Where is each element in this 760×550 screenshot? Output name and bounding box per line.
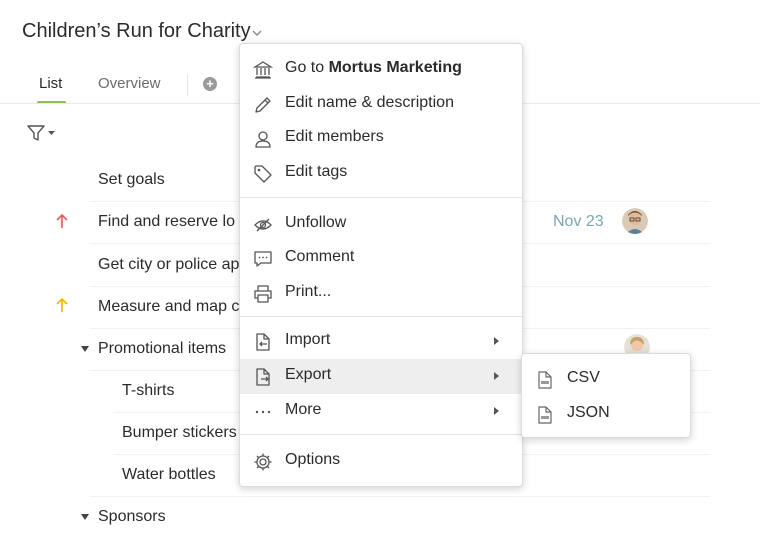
chevron-down-icon[interactable] (250, 26, 264, 40)
menu-item-label: Go to (285, 59, 329, 76)
csv-file-icon (536, 370, 554, 390)
task-name[interactable]: Measure and map c (98, 298, 239, 316)
collapse-triangle-icon[interactable] (81, 346, 89, 352)
export-csv-option[interactable]: CSV (522, 362, 690, 396)
menu-item-label: Import (285, 331, 331, 348)
comment-icon (253, 249, 273, 269)
menu-item-label: Edit members (285, 128, 384, 145)
menu-item-label: Options (285, 451, 341, 468)
tab-overview[interactable]: Overview (98, 75, 161, 92)
menu-item-label: CSV (567, 369, 600, 386)
menu-divider (240, 197, 522, 198)
collapse-triangle-icon[interactable] (81, 514, 89, 520)
folder-name: Mortus Marketing (328, 59, 462, 76)
json-file-icon (536, 405, 554, 425)
menu-item-options[interactable]: Options (240, 444, 522, 479)
subtask-name[interactable]: T-shirts (122, 382, 174, 400)
menu-item-go-to[interactable]: Go to Mortus Marketing (240, 52, 522, 87)
menu-item-comment[interactable]: Comment (240, 241, 522, 276)
menu-divider (240, 316, 522, 317)
page-title: Children’s Run for Charity (22, 20, 251, 42)
task-name[interactable]: Get city or police ap (98, 256, 239, 274)
gear-icon (253, 452, 273, 472)
menu-item-print[interactable]: Print... (240, 276, 522, 311)
export-file-icon (253, 367, 273, 387)
add-tab-icon[interactable]: + (203, 77, 217, 91)
menu-item-edit-name[interactable]: Edit name & description (240, 87, 522, 122)
submenu-arrow-icon (494, 372, 499, 380)
priority-high-icon (55, 213, 69, 229)
menu-item-label: Edit name & description (285, 94, 454, 111)
menu-item-label: Comment (285, 248, 355, 265)
folder-context-menu: Go to Mortus Marketing Edit name & descr… (239, 43, 523, 487)
task-name[interactable]: Set goals (98, 171, 165, 189)
submenu-arrow-icon (494, 407, 499, 415)
menu-item-label: Edit tags (285, 163, 348, 180)
ellipsis-icon (253, 402, 273, 422)
menu-item-import[interactable]: Import (240, 324, 522, 359)
menu-item-edit-tags[interactable]: Edit tags (240, 156, 522, 191)
menu-item-unfollow[interactable]: Unfollow (240, 207, 522, 242)
row-divider (90, 496, 710, 497)
user-icon (253, 129, 273, 149)
printer-icon (253, 284, 273, 304)
menu-item-edit-members[interactable]: Edit members (240, 121, 522, 156)
export-submenu: CSV JSON (521, 353, 691, 438)
menu-divider (240, 434, 522, 435)
submenu-arrow-icon (494, 337, 499, 345)
tag-icon (253, 164, 273, 184)
menu-item-label: JSON (567, 404, 610, 421)
menu-item-more[interactable]: More (240, 394, 522, 429)
tab-divider (187, 74, 188, 96)
menu-item-label: Export (285, 366, 332, 383)
avatar[interactable] (622, 208, 648, 234)
priority-medium-icon (55, 297, 69, 313)
menu-item-label: More (285, 401, 322, 418)
menu-item-label: Print... (285, 283, 332, 300)
import-file-icon (253, 332, 273, 352)
menu-item-label: Unfollow (285, 214, 347, 231)
due-date[interactable]: Nov 23 (553, 213, 604, 231)
eye-slash-icon (253, 215, 273, 235)
task-name[interactable]: Sponsors (98, 508, 166, 526)
tab-list[interactable]: List (39, 75, 62, 92)
export-json-option[interactable]: JSON (522, 397, 690, 431)
filter-icon[interactable] (27, 124, 59, 142)
task-name[interactable]: Find and reserve lo (98, 213, 235, 231)
task-name[interactable]: Promotional items (98, 340, 226, 358)
subtask-name[interactable]: Bumper stickers (122, 424, 237, 442)
pencil-icon (253, 95, 273, 115)
subtask-name[interactable]: Water bottles (122, 466, 216, 484)
building-icon (253, 60, 273, 80)
menu-item-export[interactable]: Export (240, 359, 522, 394)
